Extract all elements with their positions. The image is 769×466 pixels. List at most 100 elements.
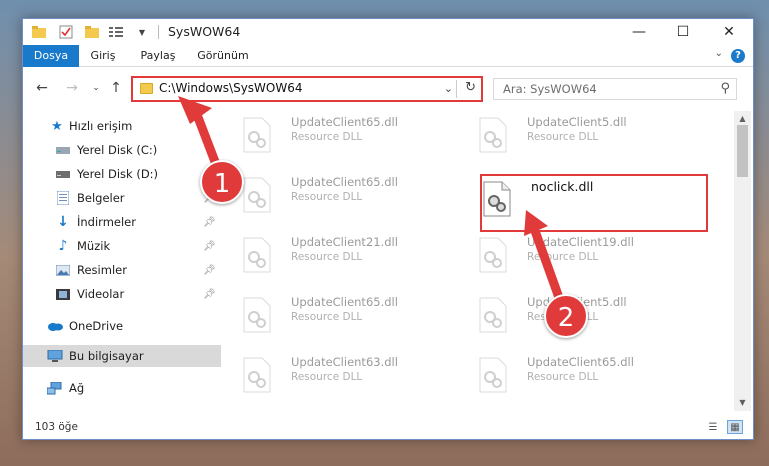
- scroll-down-icon[interactable]: ▼: [734, 395, 751, 411]
- window-title: SysWOW64: [168, 24, 241, 39]
- sidebar-item-quick-access[interactable]: ★ Hızlı erişim: [23, 115, 221, 137]
- properties-icon[interactable]: [57, 24, 75, 40]
- documents-icon: [55, 190, 71, 206]
- large-icons-view-icon[interactable]: ▦: [727, 420, 743, 434]
- file-name: UpdateClient5.dll: [527, 115, 627, 129]
- sidebar-item-disk-c[interactable]: Yerel Disk (C:): [23, 139, 221, 161]
- file-type: Resource DLL: [527, 251, 599, 263]
- address-separator: [456, 80, 457, 98]
- scroll-thumb[interactable]: [737, 125, 748, 177]
- sidebar-item-label: Yerel Disk (D:): [77, 167, 159, 181]
- sidebar-item-label: OneDrive: [69, 319, 124, 333]
- help-button[interactable]: ?: [731, 49, 745, 63]
- search-placeholder: Ara: SysWOW64: [503, 82, 597, 96]
- tab-paylas[interactable]: Paylaş: [135, 45, 181, 67]
- sidebar-item-onedrive[interactable]: OneDrive: [23, 315, 221, 337]
- close-button[interactable]: ✕: [707, 19, 751, 45]
- videos-icon: [55, 286, 71, 302]
- file-type: Resource DLL: [291, 371, 363, 383]
- pin-icon[interactable]: 📌︎: [203, 241, 216, 252]
- minimize-button[interactable]: —: [617, 19, 661, 45]
- details-view-icon[interactable]: ☰: [705, 420, 721, 434]
- file-list: UpdateClient65.dll Resource DLL UpdateCl…: [223, 111, 733, 411]
- file-type: Resource DLL: [527, 371, 599, 383]
- music-icon: ♪: [58, 238, 68, 254]
- dll-file-icon: [243, 117, 271, 153]
- item-count: 103 öğe: [35, 421, 78, 433]
- file-item[interactable]: UpdateClient19.dll Resource DLL: [461, 231, 691, 283]
- dll-file-icon: [243, 237, 271, 273]
- file-type: Resource DLL: [291, 131, 363, 143]
- dll-file-icon: [243, 177, 271, 213]
- computer-icon: [47, 348, 63, 364]
- file-name: UpdateClient21.dll: [291, 235, 398, 249]
- address-folder-icon: [140, 83, 153, 94]
- view-options-icon[interactable]: [107, 24, 129, 40]
- file-type: Resource DLL: [527, 131, 599, 143]
- tab-gorunum[interactable]: Görünüm: [193, 45, 253, 67]
- navigation-bar: ← → ⌄ ↑ C:\Windows\SysWOW64 ⌄ ↻ Ara: Sys…: [23, 67, 753, 111]
- address-path[interactable]: C:\Windows\SysWOW64: [159, 81, 303, 95]
- file-item[interactable]: UpdateClient63.dll Resource DLL: [225, 351, 455, 403]
- tab-giris[interactable]: Giriş: [85, 45, 121, 67]
- search-input[interactable]: Ara: SysWOW64 ⚲: [493, 78, 737, 100]
- forward-arrow-icon[interactable]: →: [63, 79, 81, 97]
- file-name: UpdateClient65.dll: [291, 175, 398, 189]
- pin-icon[interactable]: 📌︎: [203, 289, 216, 300]
- sidebar-item-disk-d[interactable]: Yerel Disk (D:): [23, 163, 221, 185]
- pin-icon[interactable]: 📌︎: [203, 217, 216, 228]
- file-item[interactable]: UpdateClient65.dll Resource DLL: [225, 291, 455, 343]
- vertical-scrollbar[interactable]: ▲ ▼: [734, 111, 751, 411]
- title-bar: ▼ SysWOW64 — ☐ ✕: [23, 19, 753, 45]
- sidebar-item-videos[interactable]: Videolar 📌︎: [23, 283, 221, 305]
- collapse-ribbon-icon[interactable]: ⌄: [715, 48, 723, 59]
- file-explorer-window: ▼ SysWOW64 — ☐ ✕ Dosya Giriş Paylaş Görü…: [22, 18, 754, 440]
- sidebar-item-label: Belgeler: [77, 191, 125, 205]
- up-arrow-icon[interactable]: ↑: [107, 79, 125, 97]
- network-icon: [47, 380, 63, 396]
- ribbon-tabs: Dosya Giriş Paylaş Görünüm ⌄ ?: [23, 45, 753, 97]
- customize-toolbar-icon[interactable]: ▼: [135, 24, 149, 40]
- sidebar-item-label: Resimler: [77, 263, 127, 277]
- status-bar: 103 öğe ☰ ▦: [23, 415, 753, 439]
- recent-locations-icon[interactable]: ⌄: [87, 79, 105, 97]
- file-type: Resource DLL: [291, 191, 363, 203]
- back-arrow-icon[interactable]: ←: [33, 79, 51, 97]
- dll-file-icon: [479, 357, 507, 393]
- search-icon[interactable]: ⚲: [720, 81, 730, 96]
- dll-file-icon: [243, 357, 271, 393]
- pin-icon[interactable]: 📌︎: [203, 265, 216, 276]
- dll-file-icon: [479, 117, 507, 153]
- sidebar-item-downloads[interactable]: ↓ İndirmeler 📌︎: [23, 211, 221, 233]
- drive-icon: [55, 142, 71, 158]
- sidebar-item-label: Bu bilgisayar: [69, 349, 144, 363]
- new-folder-icon[interactable]: [83, 24, 101, 40]
- download-icon: ↓: [57, 214, 69, 230]
- address-bar[interactable]: C:\Windows\SysWOW64 ⌄ ↻: [131, 76, 483, 102]
- file-item[interactable]: UpdateClient21.dll Resource DLL: [225, 231, 455, 283]
- sidebar-item-network[interactable]: Ağ: [23, 377, 221, 399]
- file-type: Resource DLL: [291, 311, 363, 323]
- refresh-icon[interactable]: ↻: [465, 80, 476, 95]
- title-separator: [158, 25, 159, 39]
- file-name: UpdateClient19.dll: [527, 235, 634, 249]
- drive-icon: [55, 166, 71, 182]
- sidebar-item-label: İndirmeler: [77, 215, 136, 229]
- file-item[interactable]: UpdateClient65.dll Resource DLL: [225, 111, 455, 163]
- maximize-button[interactable]: ☐: [661, 19, 705, 45]
- file-item[interactable]: UpdateClient65.dll Resource DLL: [461, 351, 691, 403]
- sidebar-item-this-pc[interactable]: Bu bilgisayar: [23, 345, 221, 367]
- sidebar-item-label: Videolar: [77, 287, 125, 301]
- sidebar-item-documents[interactable]: Belgeler 📌︎: [23, 187, 221, 209]
- file-item[interactable]: UpdateClient5.dll Resource DLL: [461, 111, 691, 163]
- cloud-icon: [47, 318, 63, 334]
- sidebar-item-label: Yerel Disk (C:): [77, 143, 158, 157]
- sidebar-item-pictures[interactable]: Resimler 📌︎: [23, 259, 221, 281]
- pictures-icon: [55, 262, 71, 278]
- address-dropdown-icon[interactable]: ⌄: [444, 82, 453, 95]
- sidebar-item-label: Müzik: [77, 239, 111, 253]
- folder-icon: [31, 24, 47, 40]
- file-item[interactable]: UpdateClient65.dll Resource DLL: [225, 171, 455, 223]
- sidebar-item-music[interactable]: ♪ Müzik 📌︎: [23, 235, 221, 257]
- file-highlight-box: [480, 174, 708, 232]
